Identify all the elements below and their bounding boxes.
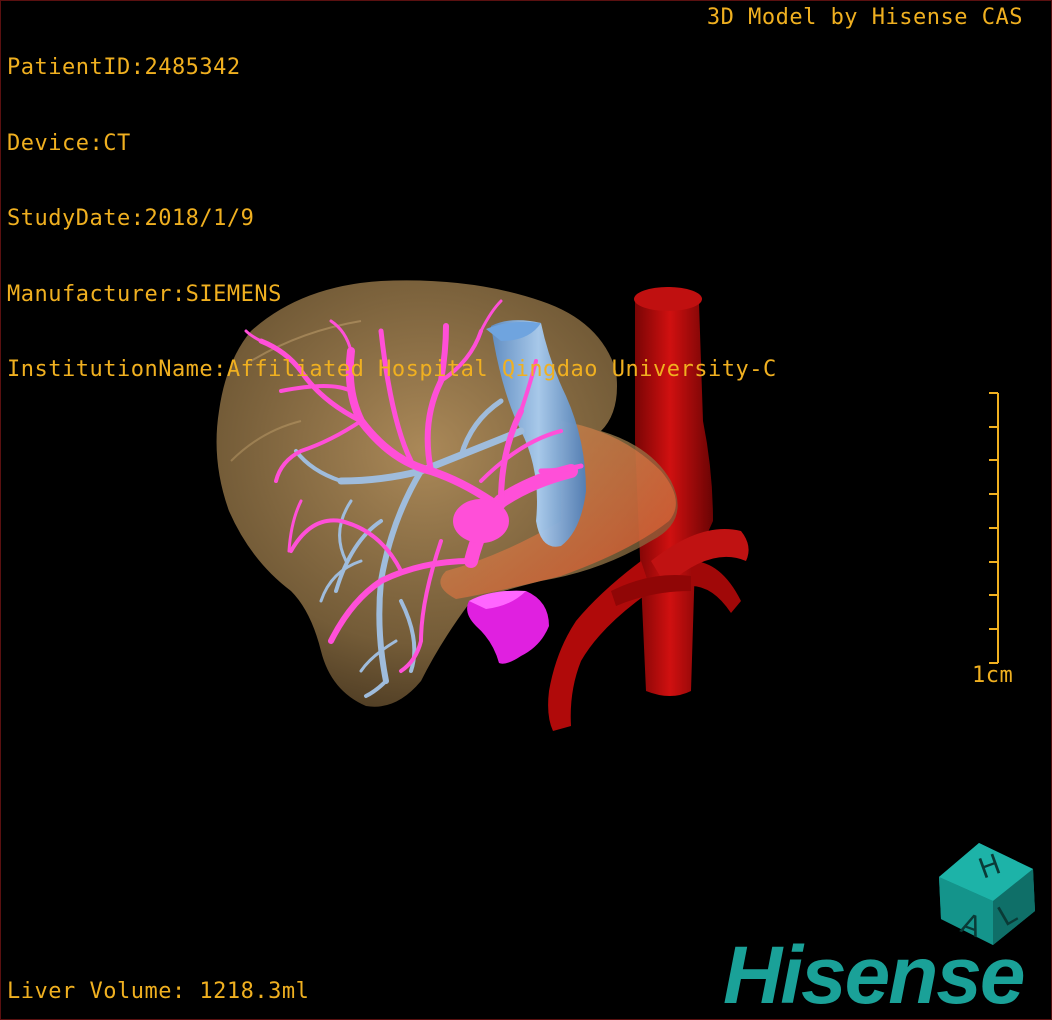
tumor xyxy=(467,590,549,664)
scale-label: 1cm xyxy=(972,663,1014,688)
scale-bar xyxy=(989,392,999,664)
model-credit: 3D Model by Hisense CAS xyxy=(706,5,1023,30)
hisense-logo: Hisense xyxy=(723,930,1026,1020)
device: Device:CT xyxy=(7,130,131,156)
study-date: StudyDate:2018/1/9 xyxy=(7,206,255,231)
dicom-info-overlay: PatientID:2485342 Device:CT StudyDate:20… xyxy=(7,5,777,433)
3d-viewport[interactable]: PatientID:2485342 Device:CT StudyDate:20… xyxy=(0,0,1052,1020)
patient-id: PatientID:2485342 xyxy=(7,55,241,80)
institution-name: InstitutionName:Affiliated Hospital Qing… xyxy=(7,357,777,382)
liver-volume: Liver Volume: 1218.3ml xyxy=(7,979,310,1004)
manufacturer: Manufacturer:SIEMENS xyxy=(7,281,282,307)
